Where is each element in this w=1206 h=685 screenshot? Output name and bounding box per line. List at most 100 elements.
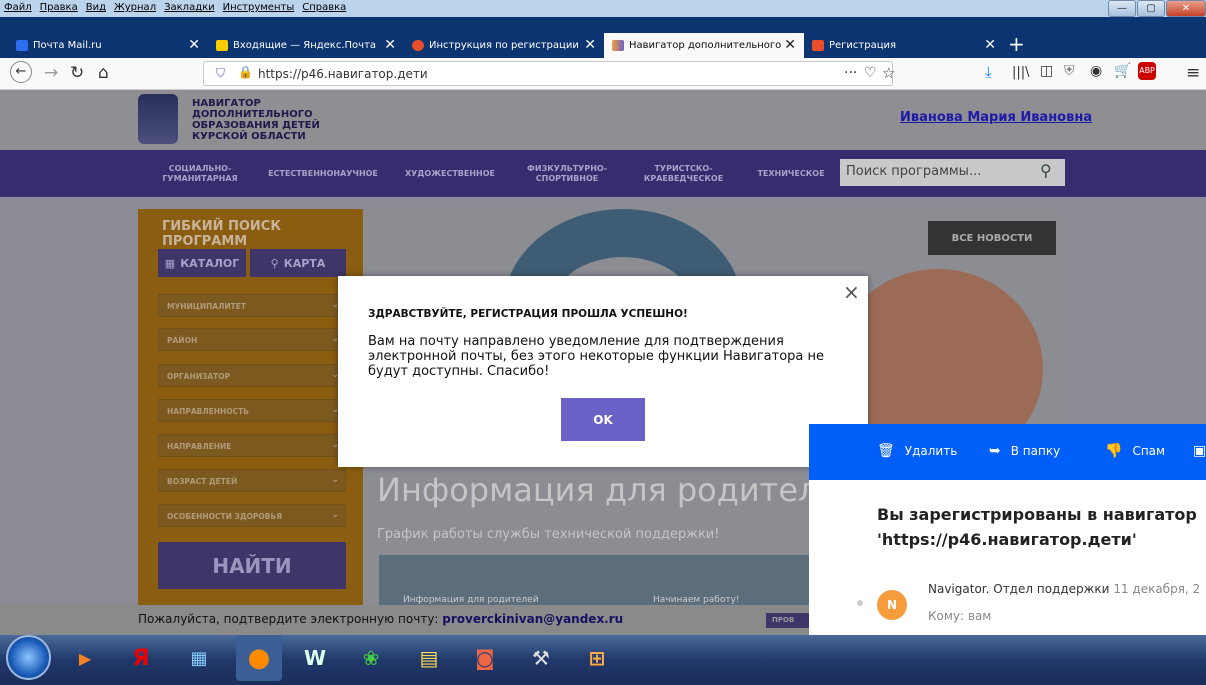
pocket-icon[interactable]: ♡: [864, 65, 877, 81]
tab-registration[interactable]: Регистрация ✕: [804, 33, 1004, 58]
find-button[interactable]: НАЙТИ: [158, 542, 346, 589]
filter-direction[interactable]: НАПРАВЛЕНИЕ ⌄: [158, 434, 346, 457]
media-player-icon[interactable]: ▶: [66, 639, 104, 677]
cart-icon[interactable]: 🛒: [1114, 63, 1131, 79]
move-to-folder-button[interactable]: ➥ В папку: [989, 443, 1060, 459]
map-pin-icon: ⚲: [270, 256, 279, 270]
menu-help[interactable]: Справка: [298, 0, 350, 13]
close-window-button[interactable]: ✕: [1166, 0, 1206, 17]
filter-district[interactable]: РАЙОН ⌄: [158, 328, 346, 351]
download-icon[interactable]: ⤓: [985, 63, 992, 81]
coat-of-arms-logo[interactable]: [138, 94, 178, 144]
nav-technical[interactable]: ТЕХНИЧЕСКОЕ: [748, 150, 834, 197]
nav-sport[interactable]: ФИЗКУЛЬТУРНО-СПОРТИВНОЕ: [512, 150, 622, 197]
close-tab-icon[interactable]: ✕: [784, 37, 796, 53]
mail-recipient: Кому: вам: [928, 609, 992, 623]
sidebar-icon[interactable]: ◫: [1040, 63, 1053, 79]
extension-shield-icon[interactable]: ⛨: [1064, 63, 1075, 79]
hero-title[interactable]: Информация для родителей: [377, 471, 859, 509]
filter-age[interactable]: ВОЗРАСТ ДЕТЕЙ ⌄: [158, 469, 346, 492]
tab-instruction[interactable]: Инструкция по регистрации ✕: [404, 33, 604, 58]
tab-bar: Почта Mail.ru ✕ Входящие — Яндекс.Почта ✕ …: [0, 17, 1206, 58]
ok-button[interactable]: OK: [561, 398, 645, 441]
thumbnail-caption-parents[interactable]: Информация для родителей: [403, 595, 539, 605]
mail-sender[interactable]: Navigator. Отдел поддержки 11 декабря, 2: [928, 582, 1200, 596]
close-tab-icon[interactable]: ✕: [984, 37, 996, 53]
reload-icon[interactable]: ↻: [70, 63, 84, 83]
icq-icon[interactable]: ❀: [352, 639, 390, 677]
map-tab[interactable]: ⚲ КАРТА: [250, 249, 346, 277]
filter-label: НАПРАВЛЕННОСТЬ: [167, 407, 249, 416]
tools-icon[interactable]: ⚒: [522, 639, 560, 677]
unread-dot[interactable]: [857, 600, 863, 606]
thumbnail-caption-start[interactable]: Начинаем работу!: [653, 595, 740, 605]
forward-arrow-icon[interactable]: →: [44, 63, 58, 83]
presentation-icon[interactable]: ◙: [466, 639, 504, 677]
mail-subject: Вы зарегистрированы в навигатор 'https:/…: [877, 505, 1197, 549]
panel-title: ГИБКИЙ ПОИСК ПРОГРАММ: [162, 219, 281, 249]
back-arrow-icon[interactable]: ←: [10, 61, 32, 83]
tab-label: Навигатор дополнительного: [629, 40, 782, 51]
menu-bookmarks[interactable]: Закладки: [160, 0, 219, 13]
url-text[interactable]: https://p46.навигатор.дети: [258, 67, 428, 81]
close-tab-icon[interactable]: ✕: [188, 37, 200, 53]
menu-history[interactable]: Журнал: [110, 0, 160, 13]
tab-label: Регистрация: [829, 40, 897, 51]
user-profile-link[interactable]: Иванова Мария Ивановна: [900, 110, 1092, 125]
instruction-favicon-icon: [412, 40, 424, 51]
filter-municipality[interactable]: МУНИЦИПАЛИТЕТ ⌄: [158, 294, 346, 317]
library-icon[interactable]: |||\: [1012, 65, 1030, 80]
new-tab-button[interactable]: +: [1008, 32, 1025, 56]
site-logo-text[interactable]: НАВИГАТОР ДОПОЛНИТЕЛЬНОГО ОБРАЗОВАНИЯ ДЕ…: [192, 98, 362, 142]
windows-taskbar: ▶ Я ▦ ● W ❀ ▤ ◙ ⚒ ⊞: [0, 635, 1206, 685]
menu-edit[interactable]: Правка: [36, 0, 82, 13]
sender-avatar[interactable]: N: [877, 590, 907, 620]
close-tab-icon[interactable]: ✕: [384, 37, 396, 53]
program-search-input[interactable]: Поиск программы...: [840, 159, 1065, 186]
filter-focus[interactable]: НАПРАВЛЕННОСТЬ ⌄: [158, 399, 346, 422]
page-actions-icon[interactable]: ···: [844, 65, 857, 81]
paint-icon[interactable]: ⊞: [578, 639, 616, 677]
tab-yandex-mail[interactable]: Входящие — Яндекс.Почта ✕: [208, 33, 404, 58]
menu-view[interactable]: Вид: [82, 0, 110, 13]
catalog-tab[interactable]: ▦ КАТАЛОГ: [158, 249, 246, 277]
control-panel-icon[interactable]: ▦: [180, 639, 218, 677]
confirm-text: Пожалуйста, подтвердите электронную почт…: [138, 612, 439, 626]
minimize-button[interactable]: —: [1108, 0, 1136, 17]
shield-icon[interactable]: ⛉: [216, 66, 225, 81]
extension-icon[interactable]: ◉: [1090, 63, 1102, 79]
yandex-mail-favicon-icon: [216, 40, 228, 51]
yandex-browser-icon[interactable]: Я: [122, 639, 160, 677]
search-icon[interactable]: ⚲: [1040, 161, 1052, 180]
nav-social[interactable]: СОЦИАЛЬНО-ГУМАНИТАРНАЯ: [150, 150, 250, 197]
start-button[interactable]: [6, 635, 51, 680]
filter-label: РАЙОН: [167, 336, 198, 345]
all-news-button[interactable]: ВСЕ НОВОСТИ: [928, 221, 1056, 255]
url-bar[interactable]: ⛉ 🔒 https://p46.навигатор.дети ··· ♡ ☆: [203, 61, 895, 86]
archive-icon[interactable]: ▣: [1193, 443, 1206, 459]
menu-tools[interactable]: Инструменты: [219, 0, 299, 13]
filter-health[interactable]: ОСОБЕННОСТИ ЗДОРОВЬЯ ⌄: [158, 504, 346, 527]
mail-date: 11 декабря, 2: [1113, 582, 1201, 596]
tab-mail-ru[interactable]: Почта Mail.ru ✕: [8, 33, 208, 58]
menu-file[interactable]: Файл: [0, 0, 36, 13]
close-icon[interactable]: ×: [843, 280, 860, 304]
explorer-icon[interactable]: ▤: [410, 639, 448, 677]
mail-ru-favicon-icon: [16, 40, 28, 51]
tab-navigator[interactable]: Навигатор дополнительного ✕: [604, 33, 804, 58]
maximize-button[interactable]: ▢: [1137, 0, 1165, 17]
spam-button[interactable]: 👎 Спам: [1105, 443, 1165, 459]
nav-art[interactable]: ХУДОЖЕСТВЕННОЕ: [395, 150, 505, 197]
hamburger-menu-icon[interactable]: ≡: [1186, 63, 1200, 83]
close-tab-icon[interactable]: ✕: [584, 37, 596, 53]
adblock-icon[interactable]: ABP: [1138, 62, 1156, 80]
nav-tourism[interactable]: ТУРИСТСКО-КРАЕВЕДЧЕСКОЕ: [626, 150, 741, 197]
word-icon[interactable]: W: [296, 639, 334, 677]
firefox-icon[interactable]: ●: [236, 635, 282, 681]
bookmark-star-icon[interactable]: ☆: [882, 64, 895, 82]
lock-icon[interactable]: 🔒: [238, 65, 253, 79]
delete-button[interactable]: 🗑 Удалить: [877, 443, 957, 459]
nav-natural-science[interactable]: ЕСТЕСТВЕННОНАУЧНОЕ: [258, 150, 388, 197]
filter-organizer[interactable]: ОРГАНИЗАТОР ⌄: [158, 364, 346, 387]
home-icon[interactable]: ⌂: [98, 63, 109, 83]
